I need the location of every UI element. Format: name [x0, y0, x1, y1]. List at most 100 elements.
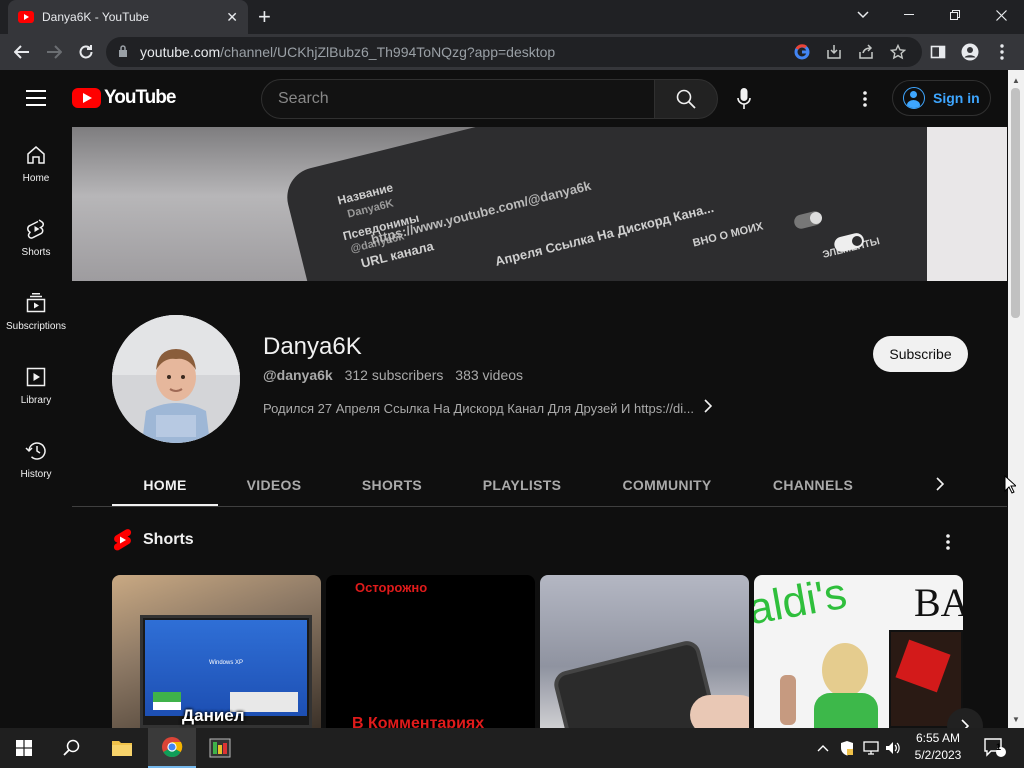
clock-date: 5/2/2023	[914, 748, 962, 762]
install-app-icon[interactable]	[824, 42, 844, 62]
tab-videos[interactable]: VIDEOS	[224, 463, 324, 507]
guide-item-label: Subscriptions	[5, 320, 67, 332]
share-icon[interactable]	[856, 42, 876, 62]
mini-guide: Home Shorts Subscriptions Library Histor…	[0, 126, 72, 496]
search-input[interactable]: Search	[261, 79, 655, 119]
channel-description-text: Родился 27 Апреля Ссылка На Дискорд Кана…	[263, 401, 694, 416]
notification-icon	[984, 738, 1006, 757]
video-count: 383 videos	[455, 367, 524, 383]
youtube-favicon-icon	[18, 11, 34, 23]
google-icon[interactable]	[792, 42, 812, 62]
guide-item-home[interactable]: Home	[0, 126, 72, 200]
url-path: /channel/UCKhjZlBubz6_Th994ToNQzg?app=de…	[220, 44, 556, 60]
character-head-image	[822, 643, 868, 697]
toggle-icon	[794, 211, 822, 229]
toggle-icon	[834, 233, 864, 252]
channel-banner: Название Danya6K Псевдонимы @danya6k URL…	[72, 127, 1007, 281]
short-thumbnail[interactable]	[540, 575, 749, 728]
tab-search-chevron-icon[interactable]	[840, 0, 886, 30]
search-button[interactable]	[654, 79, 718, 119]
search-icon	[676, 89, 696, 109]
scroll-up-arrow-icon[interactable]: ▲	[1008, 72, 1024, 88]
action-center-button[interactable]: 1	[980, 728, 1010, 768]
notification-count: 1	[996, 742, 1002, 752]
tabs-divider	[72, 506, 1007, 507]
back-button[interactable]	[10, 40, 34, 64]
figure-image	[780, 675, 796, 725]
guide-item-subscriptions[interactable]: Subscriptions	[0, 274, 72, 348]
character-body-image	[814, 693, 878, 728]
security-shield-icon[interactable]	[838, 728, 856, 768]
lock-icon[interactable]	[118, 44, 128, 60]
mic-icon	[737, 88, 751, 109]
sign-in-label: Sign in	[933, 90, 980, 106]
channel-avatar[interactable]	[112, 315, 240, 443]
short-thumbnail[interactable]: Windows XP Даниел	[112, 575, 321, 728]
youtube-play-icon	[72, 88, 101, 108]
short-caption: BA	[914, 580, 963, 625]
tabs-next-chevron-icon[interactable]	[930, 472, 950, 496]
show-hidden-icons-chevron-icon[interactable]	[814, 728, 832, 768]
network-icon[interactable]	[862, 728, 880, 768]
new-tab-button[interactable]: +	[258, 4, 271, 30]
close-tab-icon[interactable]: ✕	[226, 9, 238, 26]
reload-button[interactable]	[74, 40, 98, 64]
short-caption: Даниел	[182, 706, 245, 725]
banner-object	[927, 127, 1007, 281]
scroll-down-arrow-icon[interactable]: ▼	[1008, 711, 1024, 727]
forward-button[interactable]	[42, 40, 66, 64]
guide-item-history[interactable]: History	[0, 422, 72, 496]
guide-item-label: Shorts	[21, 246, 51, 258]
chrome-taskbar-button[interactable]	[148, 728, 196, 768]
guide-item-shorts[interactable]: Shorts	[0, 200, 72, 274]
library-icon	[24, 365, 48, 389]
browser-menu-icon[interactable]	[992, 42, 1012, 62]
tab-channels[interactable]: CHANNELS	[760, 463, 866, 507]
history-icon	[24, 439, 48, 463]
shorts-shelf-title: Shorts	[112, 528, 194, 552]
file-explorer-button[interactable]	[98, 728, 146, 768]
profile-icon[interactable]	[960, 42, 980, 62]
channel-handle: @danya6k	[263, 367, 333, 383]
subscribe-button[interactable]: Subscribe	[873, 336, 968, 372]
account-icon	[903, 87, 925, 109]
settings-menu-icon[interactable]	[853, 87, 877, 111]
browser-titlebar: Danya6K - YouTube ✕ +	[0, 0, 1024, 34]
browser-tab[interactable]: Danya6K - YouTube ✕	[8, 0, 248, 34]
browser-toolbar: youtube.com/channel/UCKhjZlBubz6_Th994To…	[0, 34, 1024, 70]
menu-icon[interactable]	[26, 90, 46, 106]
side-panel-icon[interactable]	[928, 42, 948, 62]
windows-taskbar: 6:55 AM 5/2/2023 1	[0, 728, 1024, 768]
hand-image	[690, 695, 749, 728]
app-taskbar-button[interactable]	[196, 728, 244, 768]
screen-text: Windows XP	[209, 660, 244, 666]
close-window-button[interactable]	[978, 0, 1024, 30]
minimize-button[interactable]	[886, 0, 932, 30]
short-thumbnail[interactable]: Осторожно В Комментариях	[326, 575, 535, 728]
scroll-thumb[interactable]	[1011, 88, 1020, 318]
voice-search-button[interactable]	[732, 87, 756, 111]
guide-item-library[interactable]: Library	[0, 348, 72, 422]
taskbar-clock[interactable]: 6:55 AM 5/2/2023	[900, 730, 976, 766]
shelf-menu-icon[interactable]	[936, 530, 960, 554]
folder-icon	[112, 741, 132, 756]
short-thumbnail[interactable]: aldi's BA	[754, 575, 963, 728]
tab-home[interactable]: HOME	[112, 463, 218, 507]
tab-playlists[interactable]: PLAYLISTS	[470, 463, 574, 507]
mouse-cursor-icon	[1004, 475, 1016, 494]
chevron-right-icon[interactable]	[704, 399, 713, 418]
youtube-logo[interactable]: YouTube	[72, 87, 176, 109]
bookmark-star-icon[interactable]	[888, 42, 908, 62]
taskbar-search-button[interactable]	[48, 728, 96, 768]
youtube-logo-text: YouTube	[104, 87, 176, 108]
channel-description[interactable]: Родился 27 Апреля Ссылка На Дискорд Кана…	[263, 399, 713, 418]
start-button[interactable]	[0, 728, 48, 768]
subscriber-count: 312 subscribers	[344, 367, 444, 383]
sign-in-button[interactable]: Sign in	[892, 80, 991, 116]
tab-shorts[interactable]: SHORTS	[340, 463, 444, 507]
url-host: youtube.com	[140, 44, 221, 60]
tab-community[interactable]: COMMUNITY	[610, 463, 724, 507]
clock-time: 6:55 AM	[915, 731, 961, 745]
restore-button[interactable]	[932, 0, 978, 30]
guide-item-label: History	[20, 468, 52, 480]
